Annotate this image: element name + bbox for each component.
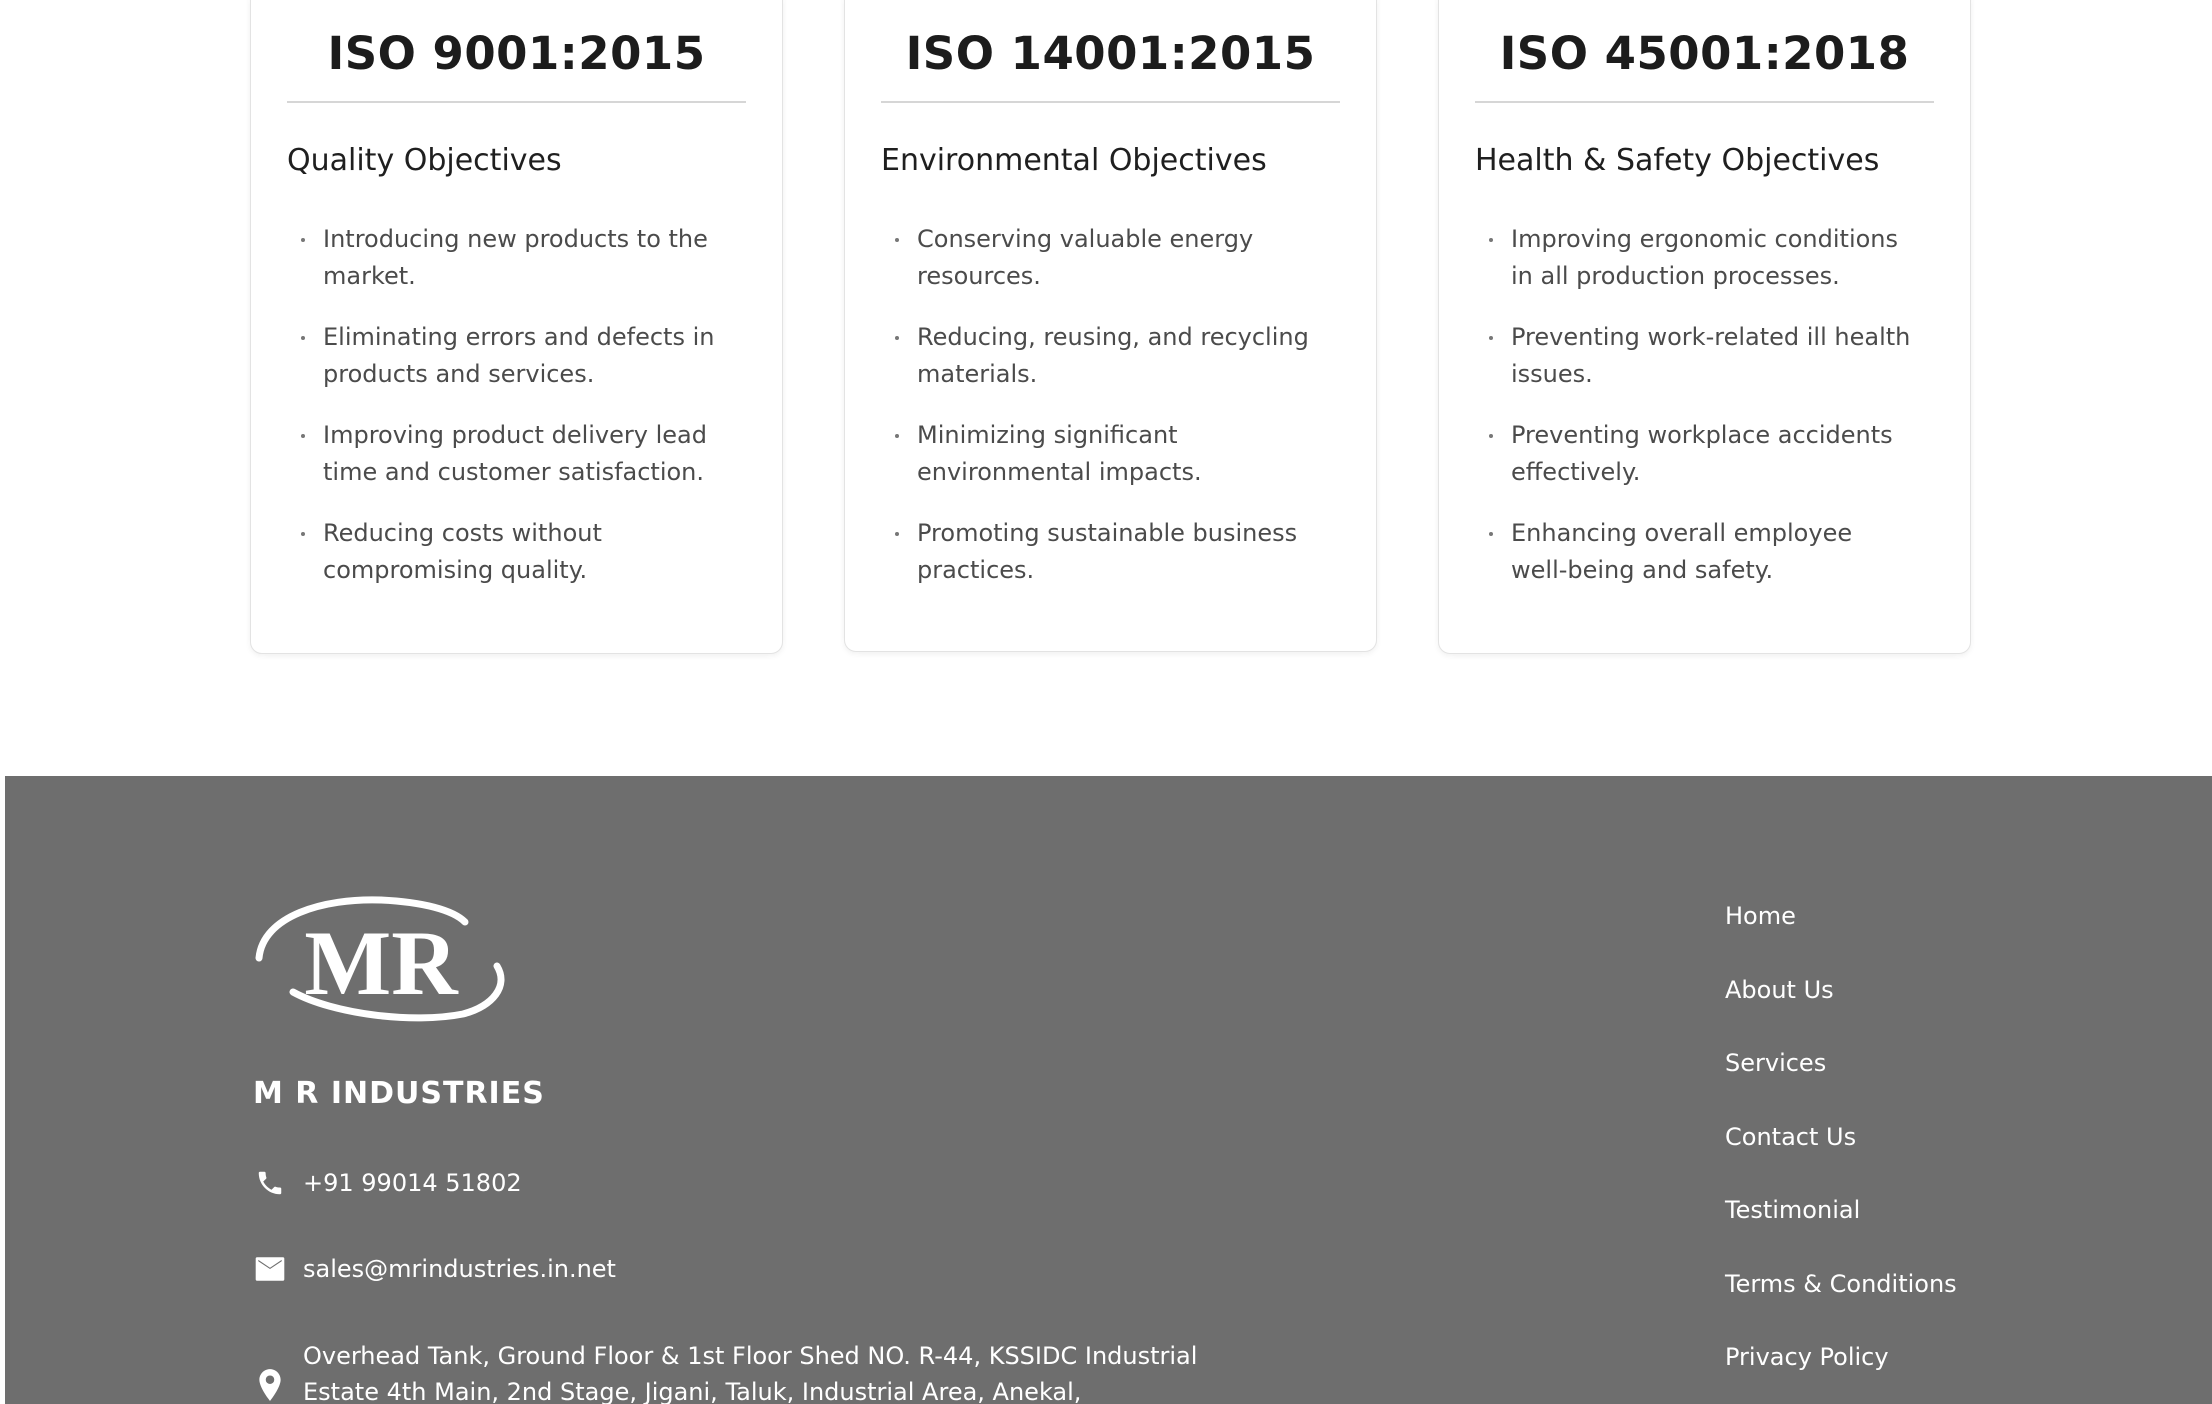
mail-icon [253,1252,287,1286]
footer-link-contact-us[interactable]: Contact Us [1725,1123,1957,1159]
objective-item: Eliminating errors and defects in produc… [287,319,725,393]
contact-address: Overhead Tank, Ground Floor & 1st Floor … [253,1338,1253,1404]
card-title: ISO 9001:2015 [287,0,746,103]
objectives-list: Improving ergonomic conditions in all pr… [1475,221,1934,589]
email-address[interactable]: sales@mrindustries.in.net [303,1255,616,1283]
objectives-list: Conserving valuable energy resources. Re… [881,221,1340,589]
footer-link-services[interactable]: Services [1725,1049,1957,1085]
objectives-list: Introducing new products to the market. … [287,221,746,589]
objective-item: Improving product delivery lead time and… [287,417,725,491]
footer-link-home[interactable]: Home [1725,902,1957,938]
page: ISO 9001:2015 Quality Objectives Introdu… [0,0,2212,1404]
objective-item: Reducing costs without compromising qual… [287,515,725,589]
objective-item: Minimizing significant environmental imp… [881,417,1319,491]
phone-icon [253,1166,287,1200]
address-line-1: Overhead Tank, Ground Floor & 1st Floor … [303,1342,1198,1370]
footer-link-terms[interactable]: Terms & Conditions [1725,1270,1957,1306]
footer-link-privacy[interactable]: Privacy Policy [1725,1343,1957,1379]
address-line-2: Estate 4th Main, 2nd Stage, Jigani, Talu… [303,1378,1082,1404]
iso-card-quality: ISO 9001:2015 Quality Objectives Introdu… [250,0,783,654]
objective-item: Preventing work-related ill health issue… [1475,319,1913,393]
card-subtitle: Environmental Objectives [881,143,1267,178]
objective-item: Conserving valuable energy resources. [881,221,1319,295]
iso-card-environmental: ISO 14001:2015 Environmental Objectives … [844,0,1377,652]
iso-cards-section: ISO 9001:2015 Quality Objectives Introdu… [250,0,1972,654]
objective-item: Improving ergonomic conditions in all pr… [1475,221,1913,295]
card-subtitle: Health & Safety Objectives [1475,143,1880,178]
objective-item: Preventing workplace accidents effective… [1475,417,1913,491]
footer-link-testimonial[interactable]: Testimonial [1725,1196,1957,1232]
objective-item: Introducing new products to the market. [287,221,725,295]
footer-nav: Home About Us Services Contact Us Testim… [1725,902,1957,1404]
card-subtitle: Quality Objectives [287,143,562,178]
objective-item: Promoting sustainable business practices… [881,515,1319,589]
objective-item: Reducing, reusing, and recycling materia… [881,319,1319,393]
iso-card-health-safety: ISO 45001:2018 Health & Safety Objective… [1438,0,1971,654]
contact-phone[interactable]: +91 99014 51802 [253,1166,522,1200]
footer-link-about-us[interactable]: About Us [1725,976,1957,1012]
company-name: M R INDUSTRIES [253,1076,545,1111]
site-footer: MR M R INDUSTRIES +91 99014 51802 sales@… [5,776,2212,1404]
objective-item: Enhancing overall employee well-being an… [1475,515,1913,589]
contact-email[interactable]: sales@mrindustries.in.net [253,1252,616,1286]
location-pin-icon [253,1368,287,1402]
card-title: ISO 14001:2015 [881,0,1340,103]
phone-number[interactable]: +91 99014 51802 [303,1169,522,1197]
company-logo[interactable]: MR [253,896,507,1024]
logo-lettering: MR [304,912,459,1014]
card-title: ISO 45001:2018 [1475,0,1934,103]
address-text: Overhead Tank, Ground Floor & 1st Floor … [303,1338,1253,1404]
